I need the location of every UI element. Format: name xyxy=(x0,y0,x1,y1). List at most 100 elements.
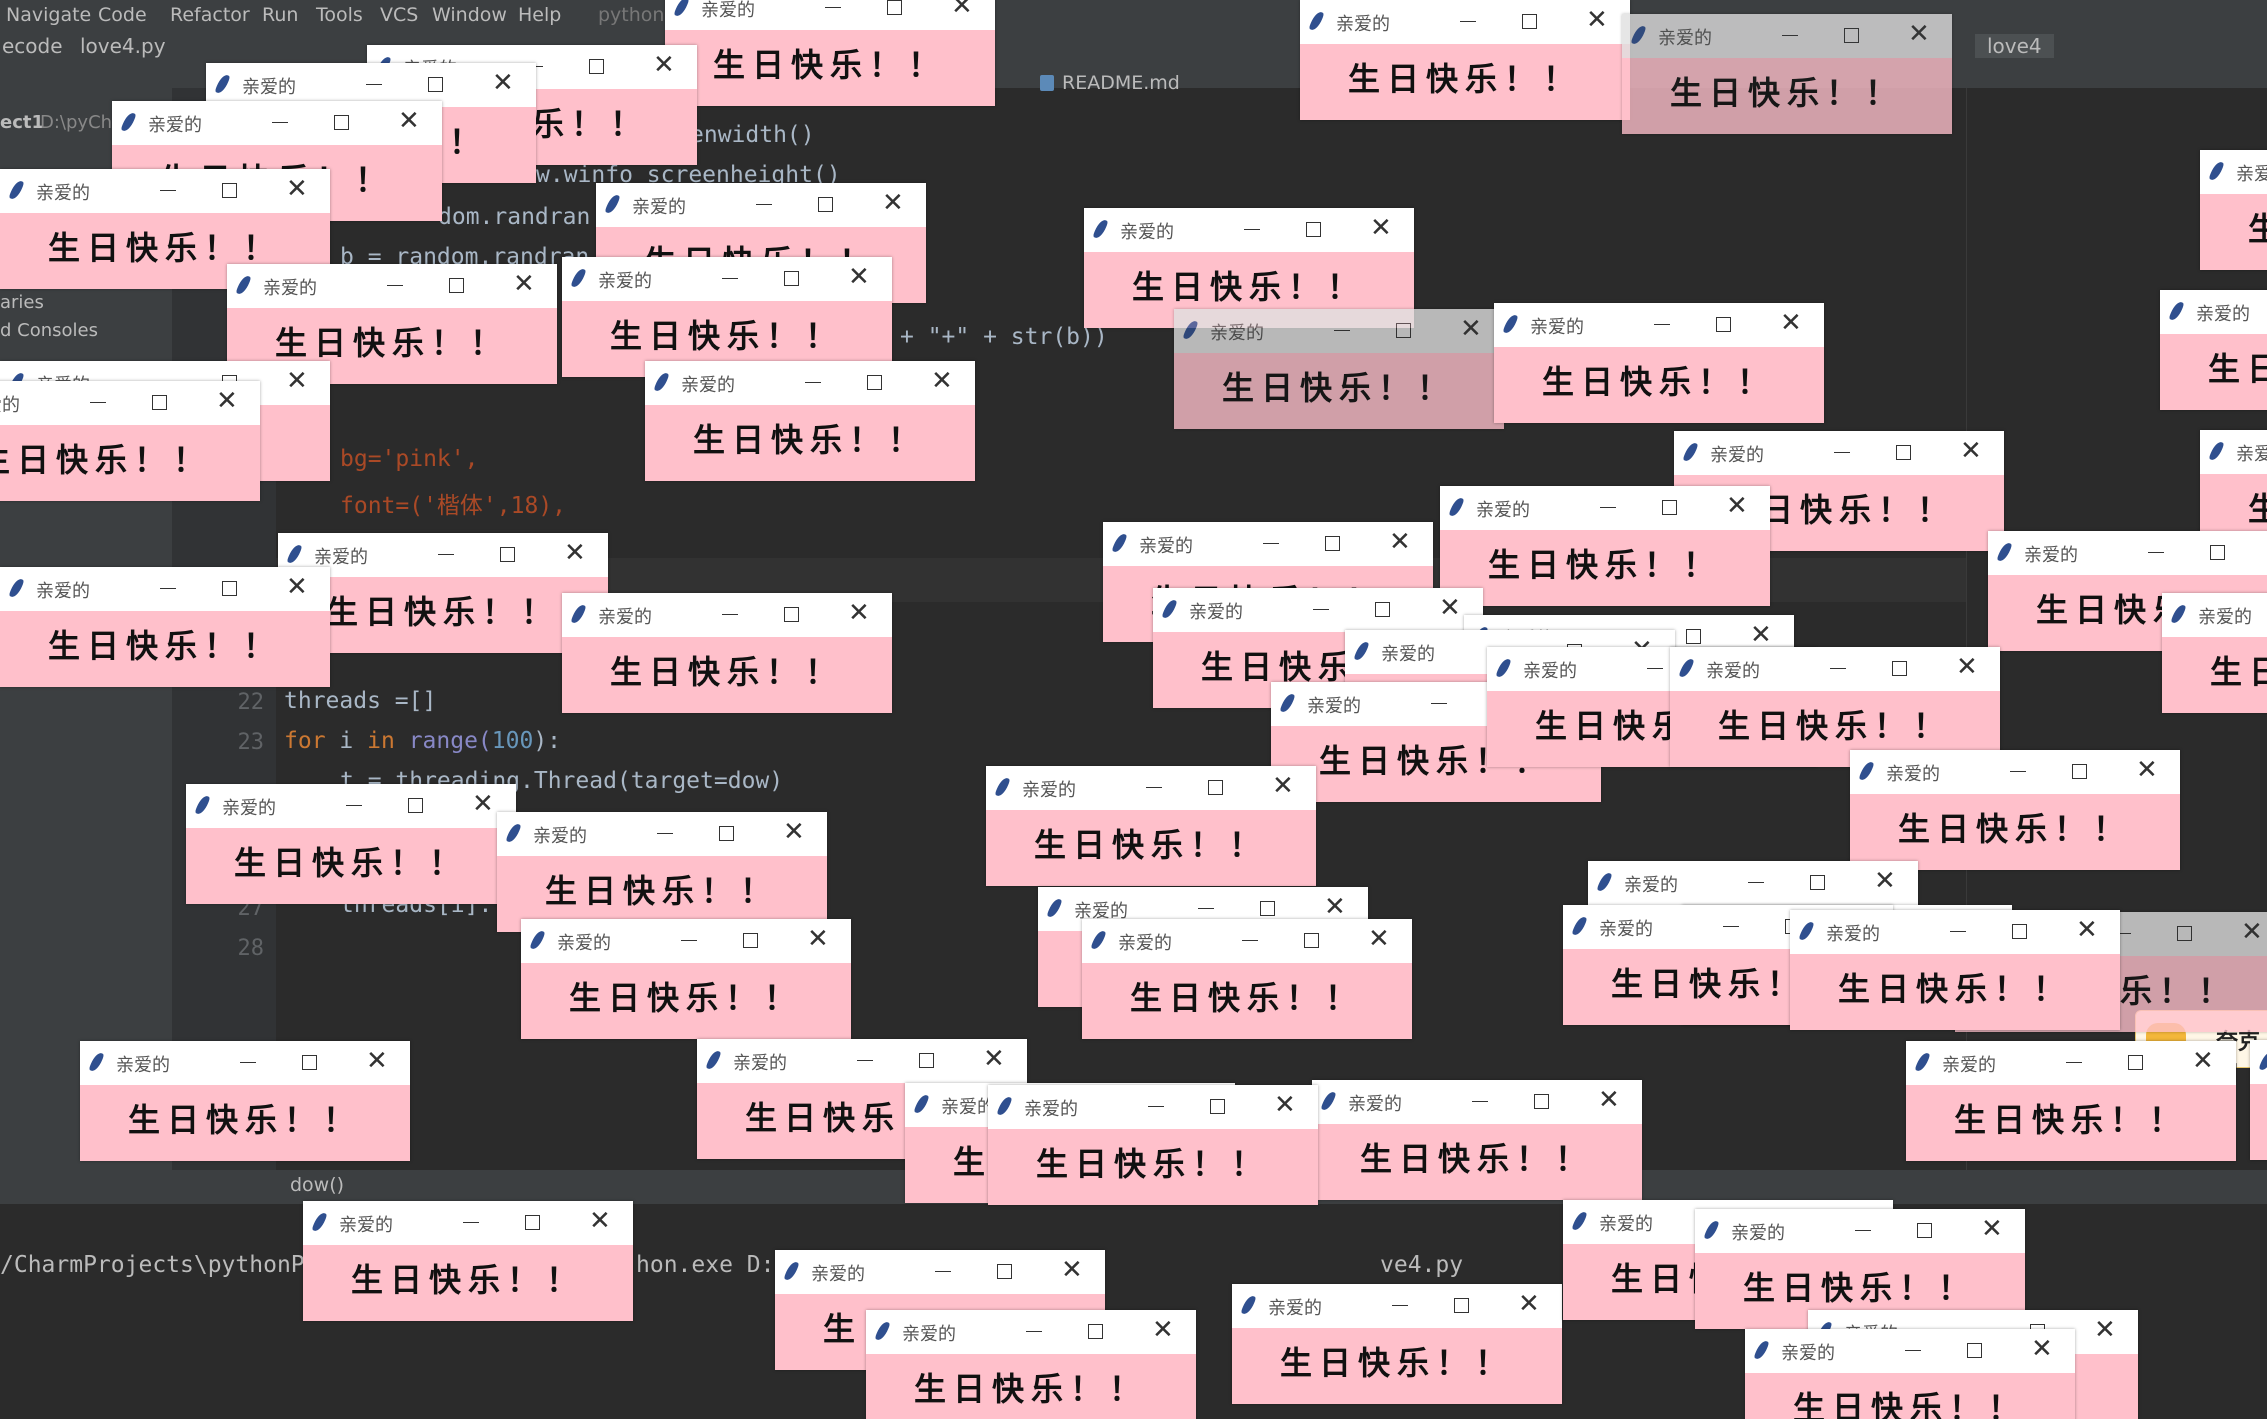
maximize-icon[interactable] xyxy=(919,1053,934,1068)
popup-title-bar[interactable]: 亲爱的✕ xyxy=(562,257,892,301)
close-icon[interactable]: ✕ xyxy=(398,105,420,137)
minimize-icon[interactable] xyxy=(657,833,673,834)
minimize-icon[interactable] xyxy=(1600,507,1616,508)
close-icon[interactable]: ✕ xyxy=(1908,18,1930,50)
maximize-icon[interactable] xyxy=(1210,1099,1225,1114)
minimize-icon[interactable] xyxy=(160,190,176,191)
popup-title-bar[interactable]: 亲爱的✕ xyxy=(2250,1040,2267,1084)
close-icon[interactable]: ✕ xyxy=(564,537,586,569)
minimize-icon[interactable] xyxy=(1748,882,1764,883)
close-icon[interactable]: ✕ xyxy=(286,173,308,205)
close-icon[interactable]: ✕ xyxy=(2136,754,2158,786)
birthday-popup-window[interactable]: 亲爱的✕生日快乐！！ xyxy=(562,593,892,713)
minimize-icon[interactable] xyxy=(1460,21,1476,22)
close-icon[interactable]: ✕ xyxy=(472,788,494,820)
minimize-icon[interactable] xyxy=(1830,668,1846,669)
menu-vcs[interactable]: VCS xyxy=(380,4,418,26)
popup-title-bar[interactable]: 亲爱的✕ xyxy=(227,264,557,308)
popup-title-bar[interactable]: 亲爱的✕ xyxy=(1082,919,1412,963)
close-icon[interactable]: ✕ xyxy=(589,1205,611,1237)
breadcrumb-project[interactable]: ecode xyxy=(2,34,63,58)
maximize-icon[interactable] xyxy=(152,395,167,410)
popup-title-bar[interactable]: 亲爱的✕ xyxy=(1103,522,1433,566)
popup-title-bar[interactable]: 亲爱的✕ xyxy=(1440,486,1770,530)
birthday-popup-window[interactable]: 亲爱的✕生日快乐！！ xyxy=(2160,290,2267,410)
popup-title-bar[interactable]: 亲爱的✕ xyxy=(186,784,516,828)
popup-title-bar[interactable]: 亲爱的✕ xyxy=(112,101,442,145)
close-icon[interactable]: ✕ xyxy=(2076,914,2098,946)
run-config-select[interactable]: love4 xyxy=(1975,34,2054,58)
close-icon[interactable]: ✕ xyxy=(286,365,308,397)
maximize-icon[interactable] xyxy=(428,77,443,92)
maximize-icon[interactable] xyxy=(589,59,604,74)
popup-title-bar[interactable]: 亲爱的✕ xyxy=(2200,430,2267,474)
popup-title-bar[interactable]: 亲爱的✕ xyxy=(80,1041,410,1085)
minimize-icon[interactable] xyxy=(1334,330,1350,331)
minimize-icon[interactable] xyxy=(722,614,738,615)
minimize-icon[interactable] xyxy=(1782,35,1798,36)
maximize-icon[interactable] xyxy=(222,183,237,198)
minimize-icon[interactable] xyxy=(346,805,362,806)
maximize-icon[interactable] xyxy=(1396,323,1411,338)
close-icon[interactable]: ✕ xyxy=(848,597,870,629)
maximize-icon[interactable] xyxy=(1260,901,1275,916)
maximize-icon[interactable] xyxy=(1844,28,1859,43)
birthday-popup-window[interactable]: 亲爱的✕生日快乐！！ xyxy=(0,381,260,501)
menu-run[interactable]: Run xyxy=(262,4,298,26)
popup-title-bar[interactable]: 亲爱的✕ xyxy=(1790,910,2120,954)
minimize-icon[interactable] xyxy=(722,278,738,279)
popup-title-bar[interactable]: 亲爱的✕ xyxy=(988,1085,1318,1129)
maximize-icon[interactable] xyxy=(2177,926,2192,941)
minimize-icon[interactable] xyxy=(1026,1331,1042,1332)
close-icon[interactable]: ✕ xyxy=(2192,1045,2214,1077)
minimize-icon[interactable] xyxy=(1263,543,1279,544)
close-icon[interactable]: ✕ xyxy=(1518,1288,1540,1320)
minimize-icon[interactable] xyxy=(2066,1062,2082,1063)
close-icon[interactable]: ✕ xyxy=(1368,923,1390,955)
menu-refactor[interactable]: Refactor xyxy=(170,4,250,26)
maximize-icon[interactable] xyxy=(2012,924,2027,939)
menu-code[interactable]: Code xyxy=(98,4,147,26)
popup-title-bar[interactable]: 亲爱的✕ xyxy=(497,812,827,856)
close-icon[interactable]: ✕ xyxy=(931,365,953,397)
maximize-icon[interactable] xyxy=(1304,933,1319,948)
birthday-popup-window[interactable]: 亲爱的✕生日快乐！！ xyxy=(986,766,1316,886)
minimize-icon[interactable] xyxy=(1146,787,1162,788)
close-icon[interactable]: ✕ xyxy=(1274,1089,1296,1121)
minimize-icon[interactable] xyxy=(240,1062,256,1063)
birthday-popup-window[interactable]: 亲爱的✕生日快乐！！ xyxy=(988,1085,1318,1205)
maximize-icon[interactable] xyxy=(784,607,799,622)
popup-title-bar[interactable]: 亲爱的✕ xyxy=(986,766,1316,810)
close-icon[interactable]: ✕ xyxy=(1780,307,1802,339)
popup-title-bar[interactable]: 亲爱的✕ xyxy=(1084,208,1414,252)
popup-title-bar[interactable]: 亲爱的✕ xyxy=(0,169,330,213)
menu-help[interactable]: Help xyxy=(518,4,561,26)
maximize-icon[interactable] xyxy=(2210,545,2225,560)
maximize-icon[interactable] xyxy=(719,826,734,841)
birthday-popup-window[interactable]: 亲爱的✕生日快乐！！ xyxy=(1906,1041,2236,1161)
close-icon[interactable]: ✕ xyxy=(951,0,973,22)
minimize-icon[interactable] xyxy=(857,1060,873,1061)
maximize-icon[interactable] xyxy=(743,933,758,948)
maximize-icon[interactable] xyxy=(222,581,237,596)
minimize-icon[interactable] xyxy=(1472,1101,1488,1102)
maximize-icon[interactable] xyxy=(867,375,882,390)
minimize-icon[interactable] xyxy=(1244,229,1260,230)
minimize-icon[interactable] xyxy=(756,204,772,205)
maximize-icon[interactable] xyxy=(1662,500,1677,515)
birthday-popup-window[interactable]: 亲爱的✕生日快乐！！ xyxy=(1494,303,1824,423)
birthday-popup-window[interactable]: 亲爱的✕生日快乐！！ xyxy=(2200,150,2267,270)
popup-title-bar[interactable]: 亲爱的✕ xyxy=(521,919,851,963)
close-icon[interactable]: ✕ xyxy=(286,571,308,603)
birthday-popup-window[interactable]: 亲爱的✕生日快乐！！ xyxy=(645,361,975,481)
birthday-popup-window[interactable]: 亲爱的✕生日快乐！！ xyxy=(80,1041,410,1161)
minimize-icon[interactable] xyxy=(2010,771,2026,772)
birthday-popup-window[interactable]: 亲爱的✕生日快乐！！ xyxy=(186,784,516,904)
minimize-icon[interactable] xyxy=(681,940,697,941)
close-icon[interactable]: ✕ xyxy=(1272,770,1294,802)
close-icon[interactable]: ✕ xyxy=(1981,1213,2003,1245)
menu-tools[interactable]: Tools xyxy=(316,4,363,26)
popup-title-bar[interactable]: 亲爱的✕ xyxy=(1670,647,2000,691)
birthday-popup-window[interactable]: 亲爱的✕生日快乐！！ xyxy=(1670,647,2000,767)
maximize-icon[interactable] xyxy=(1686,629,1701,644)
